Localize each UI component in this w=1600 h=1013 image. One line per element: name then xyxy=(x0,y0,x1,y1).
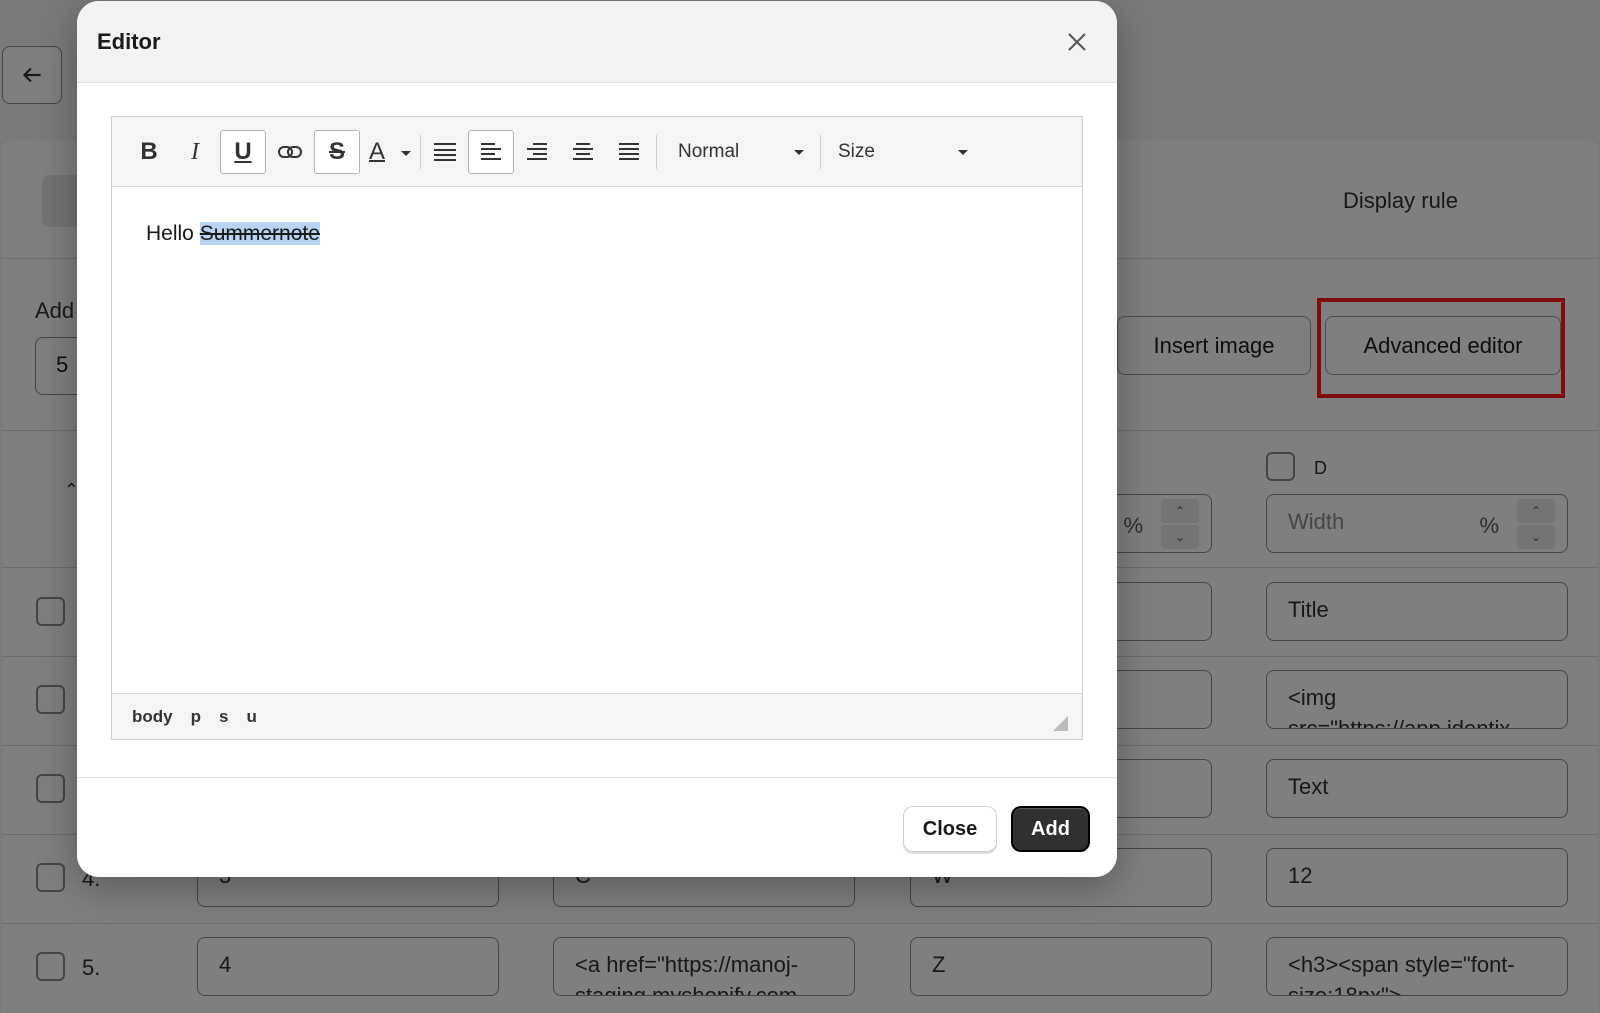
bold-icon: B xyxy=(140,138,158,165)
font-color-button[interactable]: A xyxy=(362,130,418,174)
chevron-down-icon xyxy=(794,150,804,155)
rich-text-editor: B I U S A Normal Size Hello Summernote b… xyxy=(111,116,1083,740)
bold-button[interactable]: B xyxy=(126,130,172,174)
link-button[interactable] xyxy=(267,130,313,174)
path-p[interactable]: p xyxy=(191,707,201,727)
underline-icon: U xyxy=(234,138,252,165)
strikethrough-icon: S xyxy=(328,138,345,165)
align-center-icon xyxy=(573,143,593,160)
align-right-button[interactable] xyxy=(514,130,560,174)
strikethrough-button[interactable]: S xyxy=(314,130,360,174)
modal-footer: Close Add xyxy=(77,777,1117,877)
font-size-value: Size xyxy=(838,141,875,162)
horizontal-rule-button[interactable] xyxy=(422,130,468,174)
selected-text: Summernote xyxy=(199,222,320,245)
editor-content-area[interactable]: Hello Summernote xyxy=(112,188,1082,693)
link-icon xyxy=(278,146,302,158)
chevron-down-icon xyxy=(958,150,968,155)
path-body[interactable]: body xyxy=(132,707,173,727)
paragraph-style-value: Normal xyxy=(678,141,740,162)
content-text: Hello xyxy=(146,222,200,245)
italic-button[interactable]: I xyxy=(172,130,218,174)
close-icon[interactable] xyxy=(1057,22,1097,62)
underline-button[interactable]: U xyxy=(220,130,266,174)
resize-handle-icon[interactable] xyxy=(1053,716,1068,731)
editor-modal: Editor B I U S A Normal Size Hello Summe… xyxy=(77,1,1117,877)
horizontal-rule-icon xyxy=(434,143,456,161)
path-s[interactable]: s xyxy=(219,707,228,727)
align-justify-button[interactable] xyxy=(606,130,652,174)
toolbar-separator xyxy=(420,135,421,169)
align-right-icon xyxy=(527,143,547,160)
align-left-icon xyxy=(481,143,501,160)
path-u[interactable]: u xyxy=(246,707,256,727)
align-left-button[interactable] xyxy=(468,130,514,174)
modal-header: Editor xyxy=(77,1,1117,83)
toolbar-separator xyxy=(820,135,821,169)
italic-icon: I xyxy=(191,138,199,165)
font-color-icon: A xyxy=(369,138,386,165)
align-center-button[interactable] xyxy=(560,130,606,174)
add-button[interactable]: Add xyxy=(1011,806,1090,852)
chevron-down-icon xyxy=(401,151,411,156)
editor-toolbar: B I U S A Normal Size xyxy=(112,117,1082,187)
paragraph-style-select[interactable]: Normal xyxy=(678,130,808,174)
toolbar-separator xyxy=(656,135,657,169)
align-justify-icon xyxy=(619,143,639,160)
font-size-select[interactable]: Size xyxy=(838,130,968,174)
close-button[interactable]: Close xyxy=(903,806,997,852)
editor-statusbar: body p s u xyxy=(112,693,1082,739)
modal-title: Editor xyxy=(97,28,161,54)
